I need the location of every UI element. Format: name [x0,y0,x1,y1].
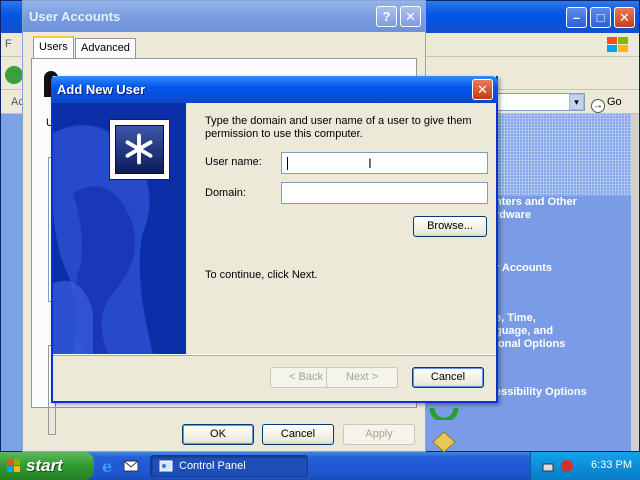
add-remove-programs-icon [432,431,456,452]
apply-button[interactable]: Apply [343,424,415,445]
username-input[interactable]: I [281,152,488,174]
next-button[interactable]: Next > [326,367,398,388]
help-button[interactable]: ? [376,6,397,27]
domain-label: Domain: [205,187,246,199]
cancel-button[interactable]: Cancel [412,367,484,388]
ibeam-cursor-icon: I [368,155,372,171]
tab-users[interactable]: Users [33,36,74,58]
category-accessibility[interactable]: essibility Options [495,386,587,399]
category-date-time-language[interactable]: e, Time, guage, and ional Options [495,312,565,351]
clock[interactable]: 6:33 PM [591,459,632,471]
domain-input[interactable] [281,182,488,204]
scrollbar[interactable] [631,114,639,451]
close-button[interactable]: ✕ [614,7,635,28]
control-panel-icon [159,460,173,472]
system-tray: 6:33 PM [530,452,640,480]
go-label: Go [607,96,622,108]
add-new-user-dialog: Add New User ✕ Type the domain and user … [51,76,498,403]
username-label: User name: [205,156,262,168]
browse-button[interactable]: Browse... [413,216,487,237]
back-arrow-icon[interactable] [5,66,23,84]
menu-file[interactable]: F [5,38,12,50]
wizard-sidebar [53,103,186,354]
start-label: start [26,456,63,475]
go-button[interactable]: → Go [591,93,622,113]
user-accounts-titlebar[interactable]: User Accounts ? ✕ [23,1,425,32]
close-button[interactable]: ✕ [472,79,493,100]
instructions-text: Type the domain and user name of a user … [205,115,472,140]
svg-text:e: e [102,457,112,475]
user-key-icon [109,119,170,180]
go-arrow-icon: → [591,99,605,113]
minimize-button[interactable]: – [566,7,587,28]
security-icon[interactable] [559,458,575,474]
wizard-content: Type the domain and user name of a user … [186,103,496,354]
category-user-accounts[interactable]: r Accounts [495,262,552,275]
add-new-user-titlebar[interactable]: Add New User ✕ [51,76,498,103]
maximize-button[interactable]: □ [590,7,611,28]
taskbar-item-control-panel[interactable]: Control Panel [150,455,308,477]
text-caret [287,157,288,170]
tab-advanced[interactable]: Advanced [75,38,136,58]
network-icon[interactable] [541,458,557,474]
address-dropdown-button[interactable]: ▾ [569,94,584,110]
category-printers-hardware[interactable]: nters and Other rdware [495,196,577,222]
ok-button[interactable]: OK [182,424,254,445]
user-accounts-title: User Accounts [29,9,121,24]
windows-flag-icon [7,459,20,472]
add-new-user-title: Add New User [57,82,146,97]
outlook-express-icon[interactable] [122,457,140,475]
start-button[interactable]: start [0,452,94,480]
taskbar: start e Control Panel 6:33 PM [0,452,640,480]
windows-logo-icon [607,37,628,52]
internet-explorer-icon[interactable]: e [100,457,118,475]
close-button[interactable]: ✕ [400,6,421,27]
cancel-button[interactable]: Cancel [262,424,334,445]
asterisk-icon [125,133,153,165]
taskbar-item-label: Control Panel [179,460,246,472]
wizard-footer: < Back Next > Cancel [53,354,496,401]
continue-text: To continue, click Next. [205,269,318,281]
